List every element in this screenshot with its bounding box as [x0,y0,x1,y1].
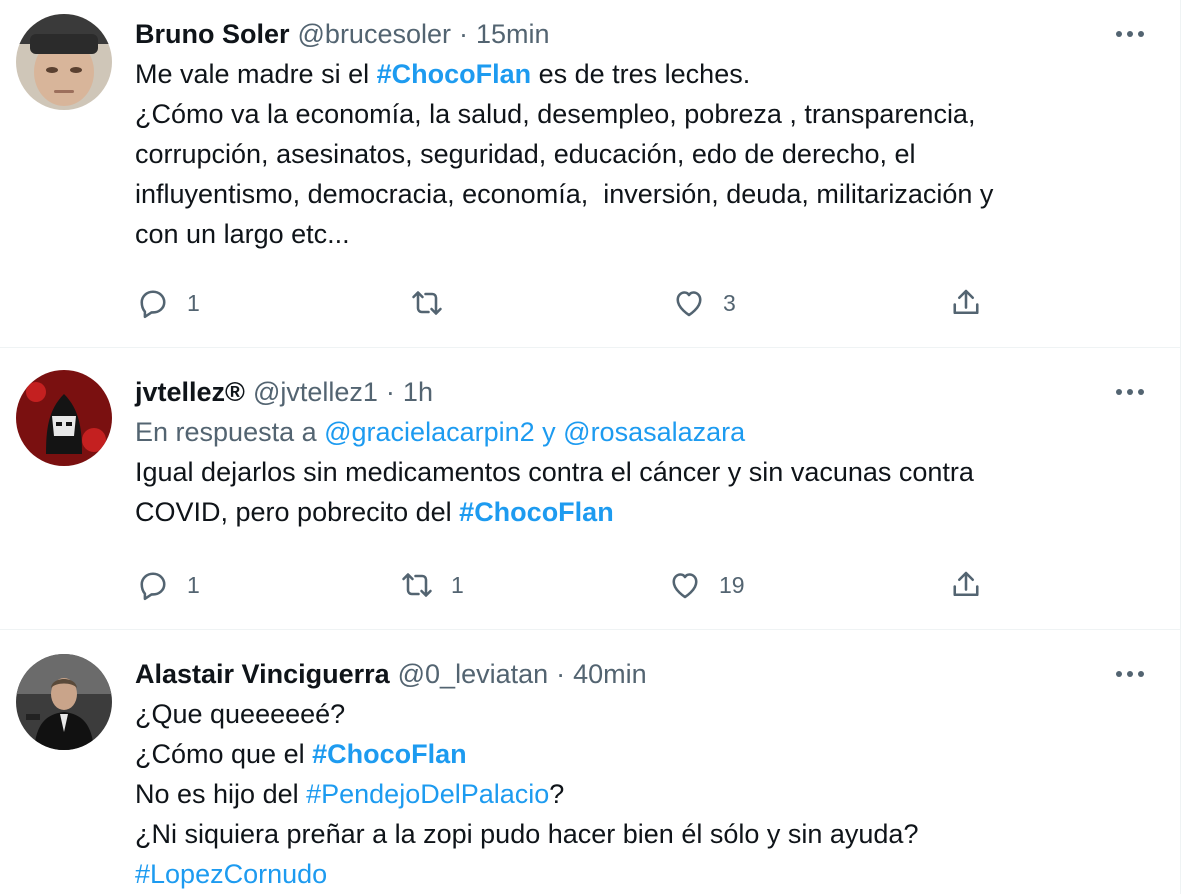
retweet-icon [412,291,442,315]
reply-icon [140,290,166,319]
text-segment: ¿Cómo que el [135,739,313,769]
share-icon [953,289,979,315]
tweet-line: ¿Que queeeeeé? [135,699,346,729]
tweet-text: ¿Que queeeeeé? ¿Cómo que el #ChocoFlan N… [135,694,1125,894]
avatar-image [16,370,112,466]
hashtag-chocoflan[interactable]: #ChocoFlan [377,59,532,89]
tweet-feed: Bruno Soler @brucesoler · 15min Me vale … [0,0,1181,894]
tweet-line: corrupción, asesinatos, seguridad, educa… [135,139,916,169]
mention-link[interactable]: @rosasalazara [563,417,745,447]
like-button[interactable]: 3 [671,283,736,323]
tweet-actions: 1 1 19 [135,565,1015,605]
avatar-alastair-vinciguerra[interactable] [16,654,112,750]
tweet-line: ¿Ni siquiera preñar a la zopi pudo hacer… [135,819,919,849]
timestamp[interactable]: 40min [573,659,647,690]
more-options-icon[interactable] [1115,19,1145,49]
user-handle[interactable]: @jvtellez1 [253,377,378,408]
like-button[interactable]: 19 [667,565,745,605]
share-button[interactable] [948,283,984,323]
tweet-2[interactable]: jvtellez® @jvtellez1 · 1h En respuesta a… [0,348,1181,630]
tweet-line: con un largo etc... [135,219,350,249]
mention-link[interactable]: @gracielacarpin2 [324,417,535,447]
tweet-text: Me vale madre si el #ChocoFlan es de tre… [135,54,1125,254]
retweet-count: 1 [451,571,464,598]
avatar-image [16,654,112,750]
reply-conjunction: y [534,417,564,447]
tweet-line: ¿Cómo que el #ChocoFlan [135,734,1125,774]
separator-dot: · [556,658,566,689]
tweet-line: Igual dejarlos sin medicamentos contra e… [135,457,974,487]
tweet-line: #LopezCornudo [135,854,1125,894]
separator-dot: · [459,18,468,49]
user-handle[interactable]: @0_leviatan [398,659,549,690]
tweet-header: jvtellez® @jvtellez1 · 1h [135,372,1125,412]
tweet-line: influyentismo, democracia, economía, inv… [135,179,994,209]
tweet-header: Alastair Vinciguerra @0_leviatan · 40min [135,654,1125,694]
avatar-bruno-soler[interactable] [16,14,112,110]
retweet-icon [402,573,432,597]
reply-context: En respuesta a @gracielacarpin2 y @rosas… [135,412,1125,452]
like-count: 19 [719,571,745,598]
reply-button[interactable]: 1 [135,283,200,323]
tweet-3[interactable]: Alastair Vinciguerra @0_leviatan · 40min… [0,630,1181,894]
heart-icon [672,573,698,599]
tweet-actions: 1 3 [135,283,1015,323]
share-icon [953,571,979,597]
hashtag-lopezcornudo[interactable]: #LopezCornudo [135,859,327,889]
reply-count: 1 [187,289,200,316]
timestamp[interactable]: 15min [476,19,550,50]
hashtag-chocoflan[interactable]: #ChocoFlan [312,739,467,769]
tweet-line: ¿Cómo va la economía, la salud, desemple… [135,99,976,129]
display-name[interactable]: Bruno Soler [135,19,290,50]
avatar-jvtellez[interactable] [16,370,112,466]
heart-icon [676,291,702,317]
tweet-line: COVID, pero pobrecito del #ChocoFlan [135,492,1125,532]
more-options-icon[interactable] [1115,377,1145,407]
separator-dot: · [385,376,395,407]
text-segment: es de tres leches. [531,59,751,89]
hashtag-pendejodelpalacio[interactable]: #PendejoDelPalacio [306,779,549,809]
reply-count: 1 [187,571,200,598]
text-segment: No es hijo del [135,779,307,809]
user-handle[interactable]: @brucesoler [298,19,451,50]
text-segment: Me vale madre si el [135,59,377,89]
share-button[interactable] [948,565,984,605]
tweet-header: Bruno Soler @brucesoler · 15min [135,14,1125,54]
hashtag-chocoflan[interactable]: #ChocoFlan [459,497,614,527]
timestamp[interactable]: 1h [403,377,433,408]
retweet-button[interactable] [409,283,461,323]
more-options-icon[interactable] [1115,659,1145,689]
tweet-line: No es hijo del #PendejoDelPalacio? [135,774,1125,814]
text-segment: ? [549,779,565,809]
tweet-1[interactable]: Bruno Soler @brucesoler · 15min Me vale … [0,0,1181,348]
like-count: 3 [723,289,736,316]
reply-icon [140,572,166,601]
reply-button[interactable]: 1 [135,565,200,605]
display-name[interactable]: jvtellez® [135,377,245,408]
display-name[interactable]: Alastair Vinciguerra [135,659,390,690]
tweet-line: Me vale madre si el #ChocoFlan es de tre… [135,54,1125,94]
retweet-button[interactable]: 1 [399,565,464,605]
avatar-image [16,14,112,110]
reply-prefix: En respuesta a [135,417,325,447]
tweet-text: Igual dejarlos sin medicamentos contra e… [135,452,1125,532]
text-segment: COVID, pero pobrecito del [135,497,460,527]
